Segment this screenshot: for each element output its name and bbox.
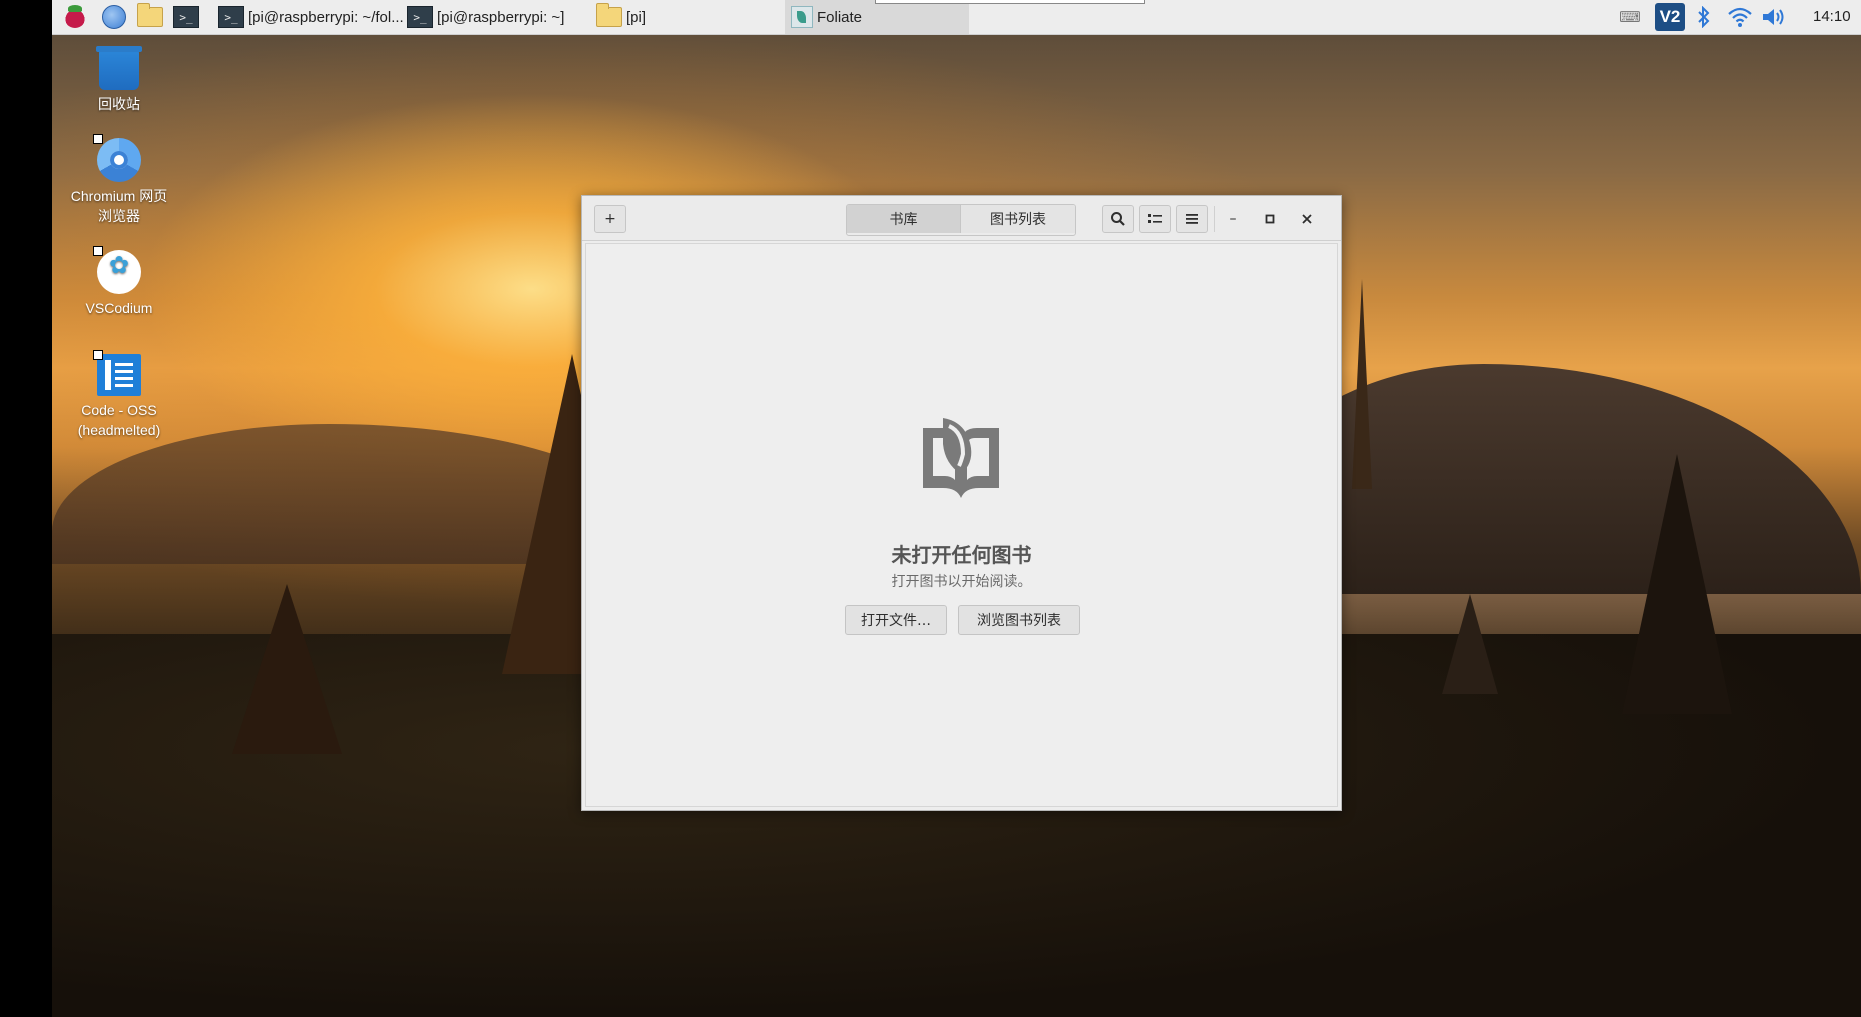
minimize-button[interactable]: – — [1222, 208, 1244, 230]
empty-state-title: 未打开任何图书 — [891, 543, 1032, 567]
trash-icon — [96, 46, 142, 90]
vscodium-icon — [93, 246, 141, 294]
browse-catalogs-button[interactable]: 浏览图书列表 — [958, 605, 1080, 635]
tab-catalogs[interactable]: 图书列表 — [961, 205, 1075, 233]
shortcut-arrow-icon — [93, 246, 103, 256]
wifi-icon[interactable] — [1726, 5, 1754, 29]
close-icon — [1302, 214, 1312, 224]
bluetooth-icon[interactable] — [1694, 5, 1714, 29]
foliate-icon — [791, 6, 813, 28]
book-leaf-icon — [923, 418, 999, 498]
taskbar-item-foliate[interactable]: Foliate — [785, 0, 969, 34]
wallpaper-temple — [1622, 454, 1732, 714]
desktop-icon-label: Code - OSS (headmelted) — [77, 402, 161, 438]
maximize-button[interactable] — [1259, 208, 1281, 230]
taskbar-item-terminal-home[interactable]: >_ [pi@raspberrypi: ~] — [407, 5, 564, 29]
volume-icon[interactable] — [1760, 5, 1788, 29]
taskbar-item-terminal-folio[interactable]: >_ [pi@raspberrypi: ~/fol... — [218, 5, 404, 29]
web-browser-launcher[interactable] — [100, 5, 128, 29]
desktop-icon-label: Chromium 网页 浏览器 — [70, 188, 168, 224]
empty-state-subtitle: 打开图书以开始阅读。 — [891, 574, 1032, 590]
tab-library[interactable]: 书库 — [847, 205, 961, 233]
desktop-icon-label: VSCodium — [85, 300, 153, 316]
hamburger-menu-icon — [1186, 214, 1198, 224]
clock[interactable]: 14:10 — [1813, 8, 1851, 25]
vnc-icon[interactable]: V2 — [1655, 3, 1685, 31]
terminal-icon: >_ — [173, 6, 199, 28]
shortcut-arrow-icon — [93, 350, 103, 360]
taskbar-item-label: [pi@raspberrypi: ~/fol... — [248, 8, 404, 26]
desktop-icon-vscodium[interactable]: VSCodium — [59, 246, 179, 318]
taskbar-item-folder-pi[interactable]: [pi] — [596, 3, 647, 29]
keyboard-icon[interactable]: ⌨ — [1618, 5, 1642, 29]
raspberry-menu-button[interactable] — [61, 5, 89, 29]
open-file-button[interactable]: 打开文件… — [845, 605, 947, 635]
search-icon — [1111, 212, 1125, 226]
terminal-icon: >_ — [218, 6, 244, 28]
web-browser-icon — [102, 5, 126, 29]
volume-glyph — [1763, 9, 1784, 25]
foliate-window: + 书库 图书列表 – 未打开任何图书 打开图书以开始阅读。 打开文件… 浏览图… — [581, 195, 1342, 811]
view-switcher: 书库 图书列表 — [846, 204, 1076, 236]
chromium-icon — [93, 134, 141, 182]
raspberry-menu-icon — [64, 5, 86, 28]
desktop-icon-trash[interactable]: 回收站 — [59, 46, 179, 114]
header-bar: + 书库 图书列表 – — [582, 196, 1341, 241]
taskbar-item-label: Foliate — [817, 8, 863, 26]
wallpaper-temple — [232, 584, 342, 754]
top-panel: >_ >_ [pi@raspberrypi: ~/fol... >_ [pi@r… — [52, 0, 1861, 35]
file-manager-launcher[interactable] — [136, 3, 164, 29]
close-button[interactable] — [1296, 208, 1318, 230]
add-book-button[interactable]: + — [594, 205, 626, 233]
desktop-icon-label: 回收站 — [98, 96, 140, 112]
file-manager-icon — [137, 3, 163, 27]
code-oss-icon — [93, 350, 141, 396]
taskbar-item-label: [pi] — [626, 8, 647, 26]
wallpaper-temple — [1352, 279, 1372, 489]
tooltip-edge — [875, 0, 1145, 4]
maximize-icon — [1265, 214, 1275, 224]
header-separator — [1214, 206, 1215, 232]
minimize-icon: – — [1229, 211, 1237, 227]
bluetooth-glyph — [1698, 6, 1710, 28]
folder-icon — [596, 3, 622, 27]
desktop-icon-code-oss[interactable]: Code - OSS (headmelted) — [59, 350, 179, 440]
desktop-icon-chromium[interactable]: Chromium 网页 浏览器 — [59, 134, 179, 226]
search-button[interactable] — [1102, 205, 1134, 233]
main-menu-button[interactable] — [1176, 205, 1208, 233]
terminal-launcher[interactable]: >_ — [172, 5, 200, 29]
library-empty-view: 未打开任何图书 打开图书以开始阅读。 打开文件… 浏览图书列表 — [585, 243, 1338, 807]
view-mode-button[interactable] — [1139, 205, 1171, 233]
left-black-band — [0, 0, 52, 1017]
taskbar-item-label: [pi@raspberrypi: ~] — [437, 8, 565, 26]
wallpaper-temple — [1442, 594, 1498, 694]
terminal-icon: >_ — [407, 6, 433, 28]
shortcut-arrow-icon — [93, 134, 103, 144]
wifi-glyph — [1728, 7, 1752, 27]
list-view-icon — [1148, 214, 1162, 223]
